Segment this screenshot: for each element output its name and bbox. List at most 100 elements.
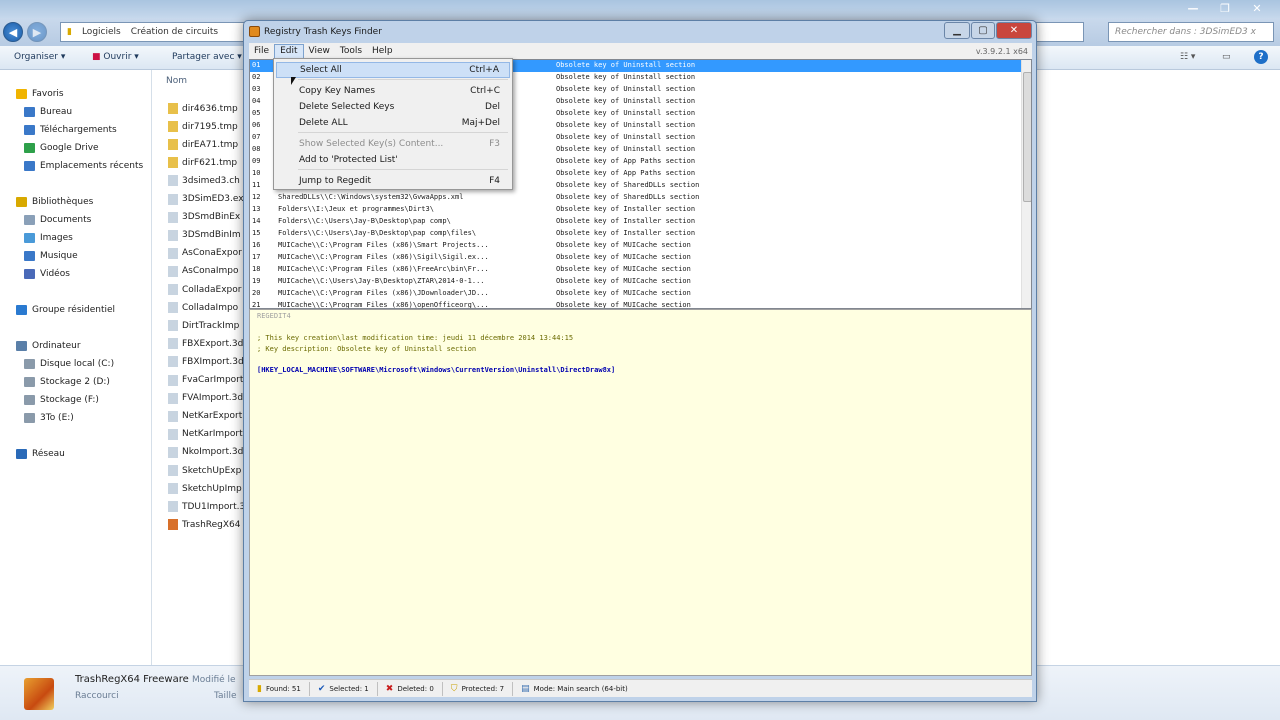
row-number: 04 <box>252 96 261 105</box>
status-mode: ▤ Mode: Main search (64-bit) <box>521 683 628 694</box>
open-button[interactable]: ■ Ouvrir ▾ <box>92 52 139 62</box>
maximize-icon[interactable]: ▢ <box>971 22 995 39</box>
row-number: 02 <box>252 72 261 81</box>
nav-item[interactable]: Images <box>24 230 73 246</box>
row-description: Obsolete key of MUICache section <box>556 252 691 261</box>
file-row[interactable]: ColladaImpo <box>168 299 238 316</box>
nav-item[interactable]: Google Drive <box>24 140 99 156</box>
nav-item[interactable]: Vidéos <box>24 266 70 282</box>
file-row[interactable]: FvaCarImport <box>168 372 243 389</box>
menu-view[interactable]: View <box>304 44 335 59</box>
nav-item[interactable]: Musique <box>24 248 78 264</box>
file-name: NkoImport.3d <box>182 447 244 458</box>
file-row[interactable]: TrashRegX64 <box>168 516 241 533</box>
file-row[interactable]: TDU1Import.3 <box>168 498 245 515</box>
file-row[interactable]: FBXExport.3d <box>168 335 243 352</box>
result-row[interactable]: 21 MUICache\\C:\Program Files (x86)\openO… <box>250 300 1022 308</box>
result-row[interactable]: 15 Folders\\C:\Users\Jay-B\Desktop\pap co… <box>250 228 1022 240</box>
file-row[interactable]: dirF621.tmp <box>168 154 237 171</box>
result-row[interactable]: 19 MUICache\\C:\Users\Jay-B\Desktop\ZTAR\… <box>250 276 1022 288</box>
file-row[interactable]: 3DSimED3.ex <box>168 191 244 208</box>
view-options-icon[interactable]: ☷ ▾ <box>1180 52 1195 62</box>
desktop-icon <box>24 107 35 117</box>
nav-item[interactable]: Ordinateur <box>16 338 81 354</box>
menu-help[interactable]: Help <box>367 44 398 59</box>
row-number: 07 <box>252 132 261 141</box>
file-icon <box>168 446 178 458</box>
back-arrow-icon[interactable]: ◀ <box>3 22 23 42</box>
minimize-icon[interactable]: ▁ <box>944 22 970 39</box>
file-row[interactable]: SketchUpExp <box>168 462 241 479</box>
drive-icon <box>24 395 35 405</box>
file-name: SketchUpImp <box>182 483 242 494</box>
file-row[interactable]: dirEA71.tmp <box>168 136 238 153</box>
result-row[interactable]: 13 Folders\\I:\Jeux et programmes\Dirt3\ O… <box>250 204 1022 216</box>
nav-item[interactable]: Réseau <box>16 446 65 462</box>
nav-item[interactable]: Disque local (C:) <box>24 356 114 372</box>
column-header-name[interactable]: Nom <box>166 76 187 86</box>
result-row[interactable]: 12 SharedDLLs\\C:\Windows\system32\GvwaAp… <box>250 192 1022 204</box>
result-row[interactable]: 18 MUICache\\C:\Program Files (x86)\FreeA… <box>250 264 1022 276</box>
file-row[interactable]: NetKarExport <box>168 408 242 425</box>
nav-item[interactable]: Emplacements récents <box>24 158 143 174</box>
file-row[interactable]: ColladaExpor <box>168 281 241 298</box>
result-row[interactable]: 16 MUICache\\C:\Program Files (x86)\Smart… <box>250 240 1022 252</box>
scrollbar-thumb[interactable] <box>1023 72 1031 202</box>
organize-button[interactable]: Organiser ▾ <box>14 52 65 62</box>
minimize-icon[interactable]: — <box>1180 0 1206 16</box>
preview-pane-icon[interactable]: ▭ <box>1222 52 1231 62</box>
nav-item-label: Bibliothèques <box>32 197 94 207</box>
open-icon: ■ <box>92 52 101 62</box>
result-row[interactable]: 20 MUICache\\C:\Program Files (x86)\JDown… <box>250 288 1022 300</box>
menu-file[interactable]: File <box>249 44 274 59</box>
menu-item-select-all[interactable]: Select All Ctrl+A <box>276 62 510 78</box>
menu-item-jump-to-regedit[interactable]: Jump to Regedit F4 <box>276 173 510 189</box>
file-row[interactable]: NkoImport.3d <box>168 444 243 461</box>
search-input[interactable]: Rechercher dans : 3DSimED3 x <box>1108 22 1274 42</box>
menu-item-delete-selected-keys[interactable]: Delete Selected Keys Del <box>276 99 510 115</box>
file-row[interactable]: FVAImport.3d <box>168 390 243 407</box>
menu-item-copy-key-names[interactable]: Copy Key Names Ctrl+C <box>276 83 510 99</box>
help-icon[interactable]: ? <box>1254 50 1268 64</box>
file-row[interactable]: AsConaExpor <box>168 245 242 262</box>
row-description: Obsolete key of Uninstall section <box>556 120 696 129</box>
result-row[interactable]: 14 Folders\\C:\Users\Jay-B\Desktop\pap co… <box>250 216 1022 228</box>
file-row[interactable]: 3DSmdBinEx <box>168 209 240 226</box>
nav-item[interactable]: 3To (E:) <box>24 410 74 426</box>
row-number: 19 <box>252 276 261 285</box>
menu-item-add-to-protected-list[interactable]: Add to 'Protected List' <box>276 152 510 168</box>
nav-item[interactable]: Stockage (F:) <box>24 392 99 408</box>
file-row[interactable]: dir7195.tmp <box>168 118 238 135</box>
file-row[interactable]: 3dsimed3.ch <box>168 172 240 189</box>
menu-item-shortcut: Maj+Del <box>461 118 500 128</box>
file-row[interactable]: 3DSmdBinIm <box>168 227 241 244</box>
file-row[interactable]: DirtTrackImp <box>168 317 239 334</box>
share-button[interactable]: Partager avec ▾ <box>172 52 242 62</box>
result-row[interactable]: 17 MUICache\\C:\Program Files (x86)\Sigil… <box>250 252 1022 264</box>
breadcrumb-item[interactable]: Logiciels <box>82 27 121 37</box>
close-icon[interactable]: ✕ <box>996 22 1032 39</box>
nav-item[interactable]: Stockage 2 (D:) <box>24 374 110 390</box>
key-detail-pane[interactable]: REGEDIT4 ; This key creation\last modifi… <box>249 309 1032 676</box>
nav-item[interactable]: Favoris <box>16 86 64 102</box>
menu-tools[interactable]: Tools <box>335 44 367 59</box>
file-row[interactable]: AsConaImpo <box>168 263 239 280</box>
file-icon <box>168 410 178 422</box>
maximize-icon[interactable]: ❐ <box>1212 0 1238 16</box>
breadcrumb-item[interactable]: Création de circuits <box>131 27 218 37</box>
nav-item[interactable]: Groupe résidentiel <box>16 302 115 318</box>
forward-arrow-icon[interactable]: ▶ <box>27 22 47 42</box>
vertical-scrollbar[interactable] <box>1021 60 1031 308</box>
nav-item[interactable]: Documents <box>24 212 91 228</box>
file-row[interactable]: dir4636.tmp <box>168 100 238 117</box>
menu-item-show-selected-key-s-content[interactable]: Show Selected Key(s) Content... F3 <box>276 136 510 152</box>
nav-item[interactable]: Bibliothèques <box>16 194 93 210</box>
close-icon[interactable]: ✕ <box>1244 0 1270 16</box>
menu-item-delete-all[interactable]: Delete ALL Maj+Del <box>276 115 510 131</box>
file-row[interactable]: SketchUpImp <box>168 480 242 497</box>
file-row[interactable]: FBXImport.3d <box>168 353 244 370</box>
nav-item[interactable]: Téléchargements <box>24 122 117 138</box>
menu-edit[interactable]: Edit <box>274 43 304 59</box>
nav-item[interactable]: Bureau <box>24 104 72 120</box>
file-row[interactable]: NetKarImport <box>168 426 243 443</box>
